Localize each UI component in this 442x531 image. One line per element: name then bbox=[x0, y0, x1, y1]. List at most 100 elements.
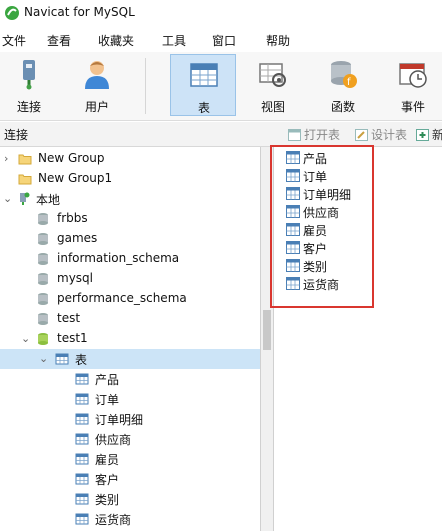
table-icon bbox=[75, 373, 89, 385]
tree-item-label: 类别 bbox=[95, 493, 120, 507]
table-icon bbox=[75, 433, 89, 445]
tree-item-label: mysql bbox=[57, 271, 93, 285]
database-icon bbox=[38, 313, 48, 325]
tree-item-new-group1[interactable]: New Group1 bbox=[0, 169, 260, 189]
scrollbar-thumb[interactable] bbox=[263, 310, 271, 350]
tree-item-db-test1[interactable]: ⌄ test1 bbox=[0, 329, 260, 349]
tree-item-label: 订单明细 bbox=[95, 413, 144, 427]
tree-item-label: 客户 bbox=[95, 473, 120, 487]
toolbar-separator bbox=[145, 58, 146, 114]
function-label: 函数 bbox=[330, 100, 355, 114]
expand-arrow-icon[interactable]: › bbox=[4, 152, 8, 165]
table-icon bbox=[75, 513, 89, 525]
folder-icon bbox=[18, 174, 32, 185]
tree-item-table[interactable]: 雇员 bbox=[0, 449, 260, 469]
user-button[interactable]: 用户 bbox=[64, 54, 130, 116]
tree-item-label: 本地 bbox=[36, 193, 61, 207]
tree-item-label: games bbox=[57, 231, 98, 245]
open-table-button[interactable]: 打开表 bbox=[288, 126, 340, 143]
tree-item-label: 订单 bbox=[95, 393, 120, 407]
object-subbar: 连接 打开表 设计表 新 bbox=[0, 122, 442, 147]
design-table-label: 设计表 bbox=[371, 128, 408, 142]
view-icon bbox=[259, 63, 286, 87]
tree-item-label: 供应商 bbox=[95, 433, 132, 447]
database-icon bbox=[38, 273, 48, 285]
database-icon bbox=[38, 293, 48, 305]
event-label: 事件 bbox=[400, 100, 425, 114]
menu-file[interactable]: 文件 bbox=[2, 32, 26, 49]
tree-item-table[interactable]: 类别 bbox=[0, 489, 260, 509]
connection-pane-label: 连接 bbox=[4, 128, 29, 142]
tree-item-label: information_schema bbox=[57, 251, 180, 265]
table-button[interactable]: 表 bbox=[170, 54, 236, 116]
tree-item-db-games[interactable]: games bbox=[0, 229, 260, 249]
connection-label: 连接 bbox=[16, 100, 41, 114]
view-button[interactable]: 视图 bbox=[240, 54, 306, 116]
table-icon bbox=[75, 493, 89, 505]
main-toolbar: 连接 用户 表 视图 f 函数 事件 bbox=[0, 52, 442, 121]
tree-item-table[interactable]: 产品 bbox=[0, 369, 260, 389]
tree-item-db-test[interactable]: test bbox=[0, 309, 260, 329]
database-icon bbox=[38, 213, 48, 225]
title-bar: Navicat for MySQL bbox=[0, 0, 442, 26]
table-icon bbox=[75, 413, 89, 425]
event-icon bbox=[399, 63, 427, 88]
tree-item-db-frbbs[interactable]: frbbs bbox=[0, 209, 260, 229]
tree-item-label: test1 bbox=[57, 331, 88, 345]
tree-item-label: 雇员 bbox=[95, 453, 120, 467]
database-open-icon bbox=[38, 333, 48, 345]
database-icon bbox=[38, 253, 48, 265]
tree-item-db-performance-schema[interactable]: performance_schema bbox=[0, 289, 260, 309]
tree-item-label: 运货商 bbox=[95, 513, 132, 527]
event-button[interactable]: 事件 bbox=[380, 54, 442, 116]
connection-icon bbox=[23, 60, 35, 90]
tree-item-label: New Group bbox=[38, 151, 105, 165]
menu-favorites[interactable]: 收藏夹 bbox=[98, 32, 134, 49]
tree-item-label: frbbs bbox=[57, 211, 88, 225]
design-table-icon bbox=[355, 129, 368, 141]
tree-item-label: 表 bbox=[75, 353, 88, 367]
collapse-arrow-icon[interactable]: ⌄ bbox=[21, 332, 30, 345]
table-icon bbox=[75, 473, 89, 485]
connection-tree: › New Group New Group1 ⌄ 本地 frbbs games … bbox=[0, 147, 260, 531]
tree-item-db-mysql[interactable]: mysql bbox=[0, 269, 260, 289]
collapse-arrow-icon[interactable]: ⌄ bbox=[3, 192, 12, 205]
tree-item-tables-node[interactable]: ⌄ 表 bbox=[0, 349, 260, 369]
tree-item-new-group[interactable]: › New Group bbox=[0, 149, 260, 169]
tree-item-label: 产品 bbox=[95, 373, 120, 387]
new-table-icon bbox=[416, 129, 429, 141]
user-label: 用户 bbox=[84, 100, 109, 114]
function-button[interactable]: f 函数 bbox=[310, 54, 376, 116]
table-icon bbox=[75, 453, 89, 465]
open-table-icon bbox=[288, 129, 301, 141]
tree-item-table[interactable]: 供应商 bbox=[0, 429, 260, 449]
folder-icon bbox=[18, 154, 32, 165]
menu-tools[interactable]: 工具 bbox=[162, 32, 186, 49]
table-icon bbox=[55, 353, 69, 365]
highlight-box bbox=[270, 145, 374, 308]
function-icon: f bbox=[331, 61, 357, 88]
tree-item-label: test bbox=[57, 311, 81, 325]
tree-item-table[interactable]: 订单 bbox=[0, 389, 260, 409]
tree-item-table[interactable]: 运货商 bbox=[0, 509, 260, 529]
tree-item-local[interactable]: ⌄ 本地 bbox=[0, 189, 260, 209]
tree-item-db-information-schema[interactable]: information_schema bbox=[0, 249, 260, 269]
collapse-arrow-icon[interactable]: ⌄ bbox=[39, 352, 48, 365]
connection-button[interactable]: 连接 bbox=[0, 54, 62, 116]
open-table-label: 打开表 bbox=[304, 128, 341, 142]
new-table-button[interactable]: 新 bbox=[416, 126, 442, 143]
menu-view[interactable]: 查看 bbox=[47, 32, 71, 49]
user-icon bbox=[85, 61, 109, 89]
svg-text:f: f bbox=[347, 77, 351, 88]
window-title: Navicat for MySQL bbox=[24, 5, 135, 19]
navicat-logo-icon bbox=[5, 6, 19, 20]
menu-bar: 文件 查看 收藏夹 工具 窗口 帮助 bbox=[0, 29, 442, 51]
menu-help[interactable]: 帮助 bbox=[266, 32, 290, 49]
tree-item-table[interactable]: 客户 bbox=[0, 469, 260, 489]
view-label: 视图 bbox=[260, 100, 285, 114]
mysql-connection-icon bbox=[20, 192, 30, 205]
tree-item-table[interactable]: 订单明细 bbox=[0, 409, 260, 429]
table-label: 表 bbox=[197, 101, 210, 115]
menu-window[interactable]: 窗口 bbox=[212, 32, 236, 49]
design-table-button[interactable]: 设计表 bbox=[355, 126, 407, 143]
